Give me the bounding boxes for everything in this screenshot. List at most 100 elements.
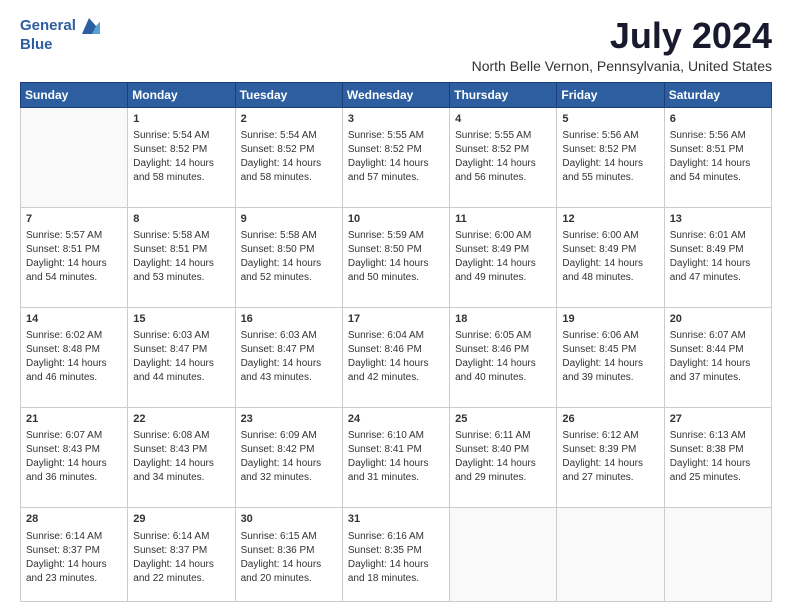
sunset-text: Sunset: 8:51 PM [26, 243, 122, 257]
sunset-text: Sunset: 8:38 PM [670, 443, 766, 457]
sunset-text: Sunset: 8:52 PM [133, 143, 229, 157]
calendar-cell: 26Sunrise: 6:12 AMSunset: 8:39 PMDayligh… [557, 408, 664, 508]
sunrise-text: Sunrise: 6:07 AM [670, 329, 766, 343]
sunrise-text: Sunrise: 5:59 AM [348, 229, 444, 243]
daylight-text: Daylight: 14 hours and 54 minutes. [26, 257, 122, 285]
daylight-text: Daylight: 14 hours and 23 minutes. [26, 558, 122, 586]
day-number: 6 [670, 112, 766, 127]
calendar-week-row: 1Sunrise: 5:54 AMSunset: 8:52 PMDaylight… [21, 107, 772, 207]
sunrise-text: Sunrise: 6:06 AM [562, 329, 658, 343]
sunset-text: Sunset: 8:37 PM [26, 544, 122, 558]
calendar-cell: 8Sunrise: 5:58 AMSunset: 8:51 PMDaylight… [128, 207, 235, 307]
sunset-text: Sunset: 8:43 PM [133, 443, 229, 457]
calendar-cell: 9Sunrise: 5:58 AMSunset: 8:50 PMDaylight… [235, 207, 342, 307]
calendar-cell: 5Sunrise: 5:56 AMSunset: 8:52 PMDaylight… [557, 107, 664, 207]
calendar-cell: 10Sunrise: 5:59 AMSunset: 8:50 PMDayligh… [342, 207, 449, 307]
daylight-text: Daylight: 14 hours and 27 minutes. [562, 457, 658, 485]
calendar-cell [450, 508, 557, 602]
daylight-text: Daylight: 14 hours and 58 minutes. [133, 157, 229, 185]
day-number: 31 [348, 512, 444, 527]
sunrise-text: Sunrise: 5:58 AM [241, 229, 337, 243]
daylight-text: Daylight: 14 hours and 47 minutes. [670, 257, 766, 285]
calendar-cell: 13Sunrise: 6:01 AMSunset: 8:49 PMDayligh… [664, 207, 771, 307]
daylight-text: Daylight: 14 hours and 36 minutes. [26, 457, 122, 485]
day-header-wednesday: Wednesday [342, 82, 449, 107]
calendar-cell [21, 107, 128, 207]
sunset-text: Sunset: 8:43 PM [26, 443, 122, 457]
day-number: 16 [241, 312, 337, 327]
day-number: 22 [133, 412, 229, 427]
day-number: 20 [670, 312, 766, 327]
sunrise-text: Sunrise: 6:03 AM [133, 329, 229, 343]
day-number: 3 [348, 112, 444, 127]
calendar-week-row: 14Sunrise: 6:02 AMSunset: 8:48 PMDayligh… [21, 307, 772, 407]
sunset-text: Sunset: 8:36 PM [241, 544, 337, 558]
daylight-text: Daylight: 14 hours and 34 minutes. [133, 457, 229, 485]
day-number: 17 [348, 312, 444, 327]
day-number: 27 [670, 412, 766, 427]
sunrise-text: Sunrise: 5:54 AM [133, 129, 229, 143]
sunset-text: Sunset: 8:50 PM [241, 243, 337, 257]
daylight-text: Daylight: 14 hours and 56 minutes. [455, 157, 551, 185]
sunrise-text: Sunrise: 6:03 AM [241, 329, 337, 343]
day-number: 11 [455, 212, 551, 227]
day-number: 18 [455, 312, 551, 327]
calendar-table: SundayMondayTuesdayWednesdayThursdayFrid… [20, 82, 772, 602]
calendar-cell: 6Sunrise: 5:56 AMSunset: 8:51 PMDaylight… [664, 107, 771, 207]
calendar-cell: 24Sunrise: 6:10 AMSunset: 8:41 PMDayligh… [342, 408, 449, 508]
day-number: 30 [241, 512, 337, 527]
calendar-cell: 2Sunrise: 5:54 AMSunset: 8:52 PMDaylight… [235, 107, 342, 207]
main-title: July 2024 [472, 16, 772, 56]
logo: General Blue [20, 16, 100, 54]
sunrise-text: Sunrise: 6:08 AM [133, 429, 229, 443]
daylight-text: Daylight: 14 hours and 48 minutes. [562, 257, 658, 285]
daylight-text: Daylight: 14 hours and 49 minutes. [455, 257, 551, 285]
sunset-text: Sunset: 8:42 PM [241, 443, 337, 457]
sunset-text: Sunset: 8:52 PM [562, 143, 658, 157]
sunset-text: Sunset: 8:49 PM [562, 243, 658, 257]
daylight-text: Daylight: 14 hours and 46 minutes. [26, 357, 122, 385]
sunset-text: Sunset: 8:51 PM [133, 243, 229, 257]
sunrise-text: Sunrise: 6:11 AM [455, 429, 551, 443]
day-number: 21 [26, 412, 122, 427]
sunset-text: Sunset: 8:52 PM [455, 143, 551, 157]
calendar-cell: 28Sunrise: 6:14 AMSunset: 8:37 PMDayligh… [21, 508, 128, 602]
daylight-text: Daylight: 14 hours and 29 minutes. [455, 457, 551, 485]
calendar-cell: 11Sunrise: 6:00 AMSunset: 8:49 PMDayligh… [450, 207, 557, 307]
sunrise-text: Sunrise: 5:58 AM [133, 229, 229, 243]
day-number: 19 [562, 312, 658, 327]
sunrise-text: Sunrise: 5:55 AM [455, 129, 551, 143]
day-header-monday: Monday [128, 82, 235, 107]
day-number: 25 [455, 412, 551, 427]
daylight-text: Daylight: 14 hours and 43 minutes. [241, 357, 337, 385]
day-number: 26 [562, 412, 658, 427]
day-number: 23 [241, 412, 337, 427]
daylight-text: Daylight: 14 hours and 25 minutes. [670, 457, 766, 485]
day-number: 4 [455, 112, 551, 127]
sunrise-text: Sunrise: 6:07 AM [26, 429, 122, 443]
sunset-text: Sunset: 8:52 PM [241, 143, 337, 157]
day-number: 5 [562, 112, 658, 127]
logo-text: General Blue [20, 16, 100, 54]
sunset-text: Sunset: 8:40 PM [455, 443, 551, 457]
calendar-cell: 31Sunrise: 6:16 AMSunset: 8:35 PMDayligh… [342, 508, 449, 602]
day-number: 29 [133, 512, 229, 527]
sunrise-text: Sunrise: 6:09 AM [241, 429, 337, 443]
calendar-cell: 15Sunrise: 6:03 AMSunset: 8:47 PMDayligh… [128, 307, 235, 407]
day-header-tuesday: Tuesday [235, 82, 342, 107]
daylight-text: Daylight: 14 hours and 20 minutes. [241, 558, 337, 586]
sunset-text: Sunset: 8:49 PM [670, 243, 766, 257]
day-header-sunday: Sunday [21, 82, 128, 107]
header: General Blue July 2024 North Belle Verno… [20, 16, 772, 74]
sunrise-text: Sunrise: 6:15 AM [241, 530, 337, 544]
sunrise-text: Sunrise: 6:10 AM [348, 429, 444, 443]
day-header-friday: Friday [557, 82, 664, 107]
day-number: 24 [348, 412, 444, 427]
daylight-text: Daylight: 14 hours and 58 minutes. [241, 157, 337, 185]
day-number: 10 [348, 212, 444, 227]
calendar-cell: 30 Sunrise: 6:15 AMSunset: 8:36 PMDayligh… [235, 508, 342, 602]
sunset-text: Sunset: 8:46 PM [455, 343, 551, 357]
calendar-cell: 18Sunrise: 6:05 AMSunset: 8:46 PMDayligh… [450, 307, 557, 407]
day-number: 12 [562, 212, 658, 227]
day-number: 8 [133, 212, 229, 227]
